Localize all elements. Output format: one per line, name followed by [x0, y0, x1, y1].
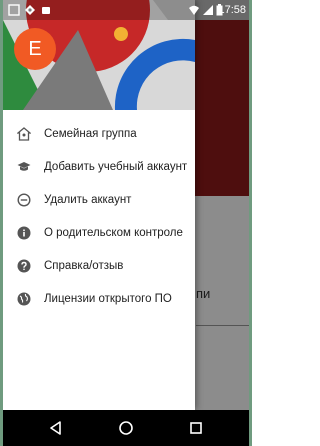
- remove-circle-icon: [17, 192, 31, 207]
- menu-item-label: Удалить аккаунт: [44, 193, 132, 206]
- screen: пи 17:58 E Семейная группа Добавить учеб…: [0, 0, 252, 446]
- graduation-cap-icon: [17, 160, 31, 174]
- help-icon: [17, 259, 31, 273]
- menu-item-open-source-licenses[interactable]: Лицензии открытого ПО: [3, 282, 195, 315]
- app-diamond-icon: [25, 5, 35, 15]
- device-frame-right: [249, 0, 252, 446]
- account-avatar[interactable]: E: [14, 28, 56, 70]
- menu-item-label: Добавить учебный аккаунт: [44, 160, 188, 173]
- status-time: 17:58: [218, 4, 246, 16]
- drawer-menu: Семейная группа Добавить учебный аккаунт: [3, 117, 195, 315]
- status-bar: 17:58: [0, 0, 252, 20]
- back-button[interactable]: [46, 418, 66, 438]
- home-circle-icon: [119, 421, 133, 435]
- home-button[interactable]: [116, 418, 136, 438]
- menu-item-family-group[interactable]: Семейная группа: [3, 117, 195, 150]
- menu-item-add-school-account[interactable]: Добавить учебный аккаунт: [3, 150, 195, 183]
- signal-icon: [203, 5, 213, 15]
- wifi-icon: [189, 5, 199, 15]
- menu-item-about-parental-controls[interactable]: О родительском контроле: [3, 216, 195, 249]
- info-icon: [17, 226, 31, 240]
- menu-item-label: Лицензии открытого ПО: [44, 292, 172, 305]
- navigation-bar: [0, 410, 252, 446]
- menu-item-remove-account[interactable]: Удалить аккаунт: [3, 183, 195, 216]
- home-group-icon: [17, 126, 31, 141]
- recents-square-icon: [190, 422, 202, 434]
- menu-item-help-feedback[interactable]: Справка/отзыв: [3, 249, 195, 282]
- back-triangle-icon: [50, 421, 61, 435]
- menu-item-label: Семейная группа: [44, 127, 137, 140]
- notification-square-icon: [8, 4, 20, 16]
- menu-item-label: О родительском контроле: [44, 226, 183, 239]
- device-frame-left: [0, 0, 3, 446]
- globe-icon: [17, 292, 31, 306]
- app-small-icon: [42, 7, 50, 14]
- recents-button[interactable]: [186, 418, 206, 438]
- navigation-drawer: E Семейная группа Добавить учебный аккау…: [3, 0, 195, 410]
- menu-item-label: Справка/отзыв: [44, 259, 124, 272]
